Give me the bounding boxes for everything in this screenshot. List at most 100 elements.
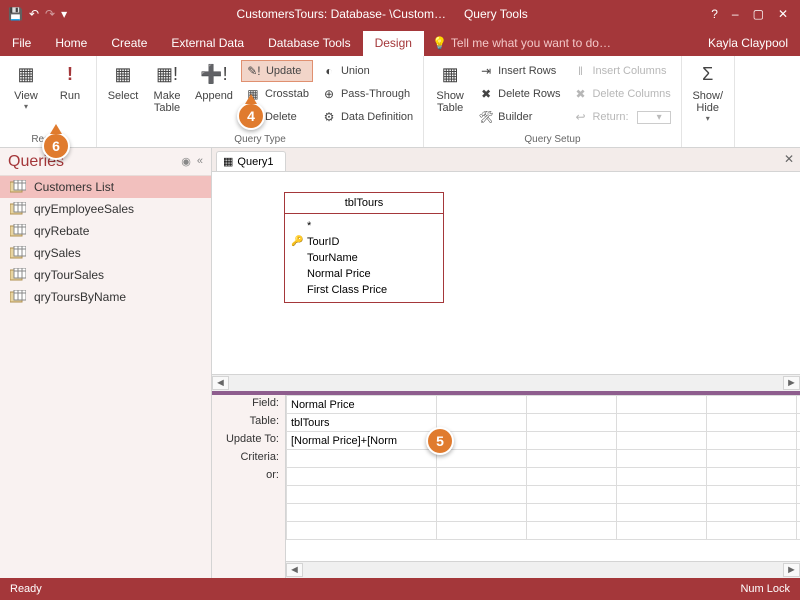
grid-cell[interactable]: [437, 450, 527, 468]
nav-item[interactable]: qryEmployeeSales: [0, 198, 211, 220]
return-button[interactable]: ↩Return: ▾: [568, 106, 674, 128]
grid-cell[interactable]: [707, 396, 797, 414]
field-item[interactable]: First Class Price: [291, 282, 437, 298]
tell-me-search[interactable]: 💡 Tell me what you want to do…: [424, 30, 696, 56]
grid-cell[interactable]: [797, 414, 800, 432]
user-name[interactable]: Kayla Claypool: [696, 30, 800, 56]
delete-query-button[interactable]: ✖!Delete: [241, 106, 313, 128]
tab-file[interactable]: File: [0, 31, 43, 56]
grid-cell[interactable]: [437, 522, 527, 540]
grid-cell[interactable]: [617, 432, 707, 450]
grid-cell[interactable]: [527, 486, 617, 504]
grid-cell[interactable]: [797, 468, 800, 486]
run-button[interactable]: ! Run: [50, 58, 90, 104]
grid-cell[interactable]: [707, 414, 797, 432]
tab-database-tools[interactable]: Database Tools: [256, 31, 363, 56]
grid-cell[interactable]: [707, 504, 797, 522]
grid-cell[interactable]: [527, 468, 617, 486]
grid-cell[interactable]: [437, 504, 527, 522]
grid-cell[interactable]: [287, 486, 437, 504]
grid-cell[interactable]: [617, 486, 707, 504]
union-button[interactable]: ◐Union: [317, 60, 417, 82]
tab-external-data[interactable]: External Data: [159, 31, 256, 56]
grid-cell[interactable]: [707, 432, 797, 450]
grid-cell[interactable]: [797, 450, 800, 468]
grid-cell[interactable]: [527, 450, 617, 468]
nav-item[interactable]: qryToursByName: [0, 286, 211, 308]
grid-cell[interactable]: [797, 504, 800, 522]
grid-cell[interactable]: [287, 504, 437, 522]
grid-cell[interactable]: [437, 432, 527, 450]
delete-rows-button[interactable]: ✖Delete Rows: [474, 83, 564, 105]
nav-collapse-icon[interactable]: «: [197, 155, 203, 168]
nav-filter-icon[interactable]: ◉: [181, 155, 191, 168]
undo-icon[interactable]: ↶: [29, 7, 39, 21]
grid-cell[interactable]: [707, 468, 797, 486]
grid-cell[interactable]: [527, 414, 617, 432]
tab-design[interactable]: Design: [363, 31, 424, 56]
builder-button[interactable]: 🛠Builder: [474, 106, 564, 128]
show-hide-button[interactable]: ΣShow/ Hide▾: [688, 58, 728, 125]
grid-cell[interactable]: [797, 522, 800, 540]
grid-cell[interactable]: [617, 522, 707, 540]
nav-item[interactable]: qryTourSales: [0, 264, 211, 286]
grid-cell[interactable]: [437, 396, 527, 414]
grid-cell[interactable]: [287, 468, 437, 486]
help-button[interactable]: ?: [711, 7, 718, 21]
field-item[interactable]: TourID: [291, 234, 437, 250]
grid-cell[interactable]: [617, 414, 707, 432]
grid-cell[interactable]: [527, 396, 617, 414]
nav-header[interactable]: Queries: [8, 153, 64, 171]
grid-cell[interactable]: [437, 486, 527, 504]
grid-cell[interactable]: [707, 486, 797, 504]
doc-close-button[interactable]: ✕: [784, 152, 794, 166]
redo-icon[interactable]: ↷: [45, 7, 55, 21]
passthrough-button[interactable]: ⊕Pass-Through: [317, 83, 417, 105]
field-item[interactable]: Normal Price: [291, 266, 437, 282]
grid-cell[interactable]: [617, 396, 707, 414]
nav-item[interactable]: qrySales: [0, 242, 211, 264]
grid-cell[interactable]: [707, 450, 797, 468]
grid-cell[interactable]: [437, 468, 527, 486]
qat-more-icon[interactable]: ▾: [61, 7, 67, 21]
hscroll-right[interactable]: ►: [783, 376, 800, 390]
grid-cell[interactable]: [Normal Price]+[Norm: [287, 432, 437, 450]
grid-cell[interactable]: [617, 504, 707, 522]
grid-cell[interactable]: tblTours: [287, 414, 437, 432]
field-item[interactable]: TourName: [291, 250, 437, 266]
save-icon[interactable]: 💾: [8, 7, 23, 21]
query-design-upper[interactable]: tblTours * TourIDTourNameNormal PriceFir…: [212, 172, 800, 395]
grid-hscroll-right[interactable]: ►: [783, 563, 800, 577]
grid-cell[interactable]: [617, 450, 707, 468]
nav-item[interactable]: Customers List: [0, 176, 211, 198]
grid-cell[interactable]: [287, 450, 437, 468]
minimize-button[interactable]: –: [732, 7, 739, 21]
insert-columns-button[interactable]: ‖Insert Columns: [568, 60, 674, 82]
grid-cell[interactable]: [527, 504, 617, 522]
grid-cell[interactable]: [617, 468, 707, 486]
close-button[interactable]: ✕: [778, 7, 788, 21]
update-query-button[interactable]: ✎!Update: [241, 60, 313, 82]
make-table-button[interactable]: ▦!Make Table: [147, 58, 187, 116]
show-table-button[interactable]: ▦Show Table: [430, 58, 470, 116]
table-fieldlist[interactable]: tblTours * TourIDTourNameNormal PriceFir…: [284, 192, 444, 303]
append-button[interactable]: ➕!Append: [191, 58, 237, 104]
grid-cell[interactable]: [437, 414, 527, 432]
grid-cell[interactable]: [797, 396, 800, 414]
datadef-button[interactable]: ⚙Data Definition: [317, 106, 417, 128]
select-query-button[interactable]: ▦Select: [103, 58, 143, 104]
doc-tab-query1[interactable]: ▦ Query1: [216, 151, 286, 171]
view-button[interactable]: ▦ View ▾: [6, 58, 46, 113]
grid-cell[interactable]: [287, 522, 437, 540]
crosstab-button[interactable]: ▦Crosstab: [241, 83, 313, 105]
grid-cell[interactable]: [527, 432, 617, 450]
grid-hscroll-left[interactable]: ◄: [286, 563, 303, 577]
grid-cell[interactable]: [707, 522, 797, 540]
tab-home[interactable]: Home: [43, 31, 99, 56]
tab-create[interactable]: Create: [99, 31, 159, 56]
grid-cell[interactable]: [527, 522, 617, 540]
grid-cell[interactable]: Normal Price: [287, 396, 437, 414]
grid-cell[interactable]: [797, 432, 800, 450]
field-star[interactable]: *: [291, 218, 437, 234]
hscroll-left[interactable]: ◄: [212, 376, 229, 390]
